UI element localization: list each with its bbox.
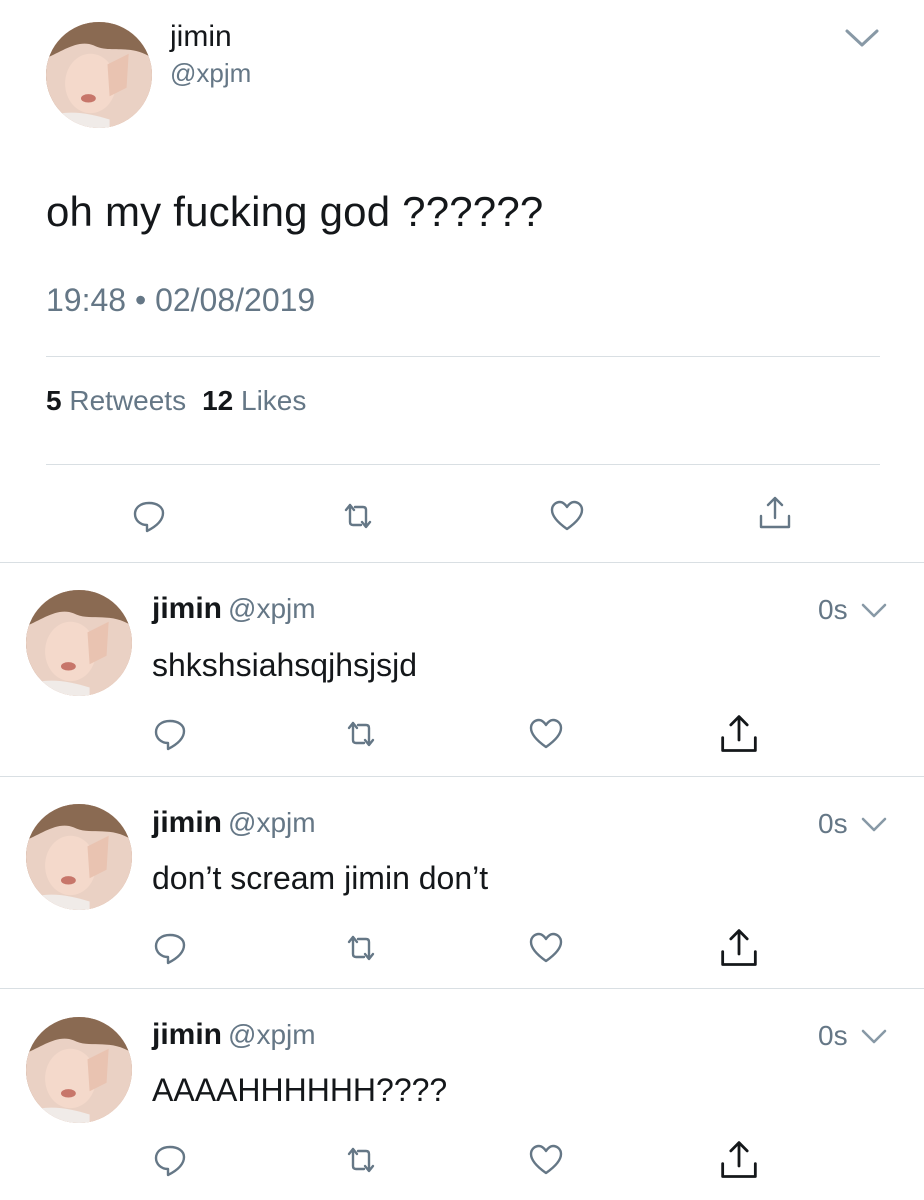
divider bbox=[0, 776, 924, 777]
author-handle[interactable]: @xpjm bbox=[228, 593, 316, 624]
tweet-time: 19:48 bbox=[46, 282, 127, 318]
tweet-date: 02/08/2019 bbox=[155, 282, 316, 318]
retweet-icon[interactable] bbox=[343, 930, 379, 966]
heart-icon[interactable] bbox=[528, 1142, 564, 1178]
avatar-photo bbox=[46, 22, 152, 128]
retweets-stat[interactable]: 5 Retweets bbox=[46, 385, 186, 416]
reply-icon[interactable] bbox=[152, 930, 188, 966]
retweet-icon[interactable] bbox=[340, 498, 376, 534]
divider bbox=[46, 464, 880, 465]
avatar[interactable] bbox=[26, 804, 132, 910]
avatar-photo bbox=[26, 1017, 132, 1123]
chevron-down-icon[interactable] bbox=[860, 815, 888, 835]
reply-text: AAAAHHHHHH???? bbox=[152, 1072, 448, 1108]
reply-time: 0s bbox=[818, 808, 848, 839]
reply-author[interactable]: jimin @xpjm bbox=[152, 1018, 316, 1052]
divider bbox=[46, 356, 880, 357]
author-name[interactable]: jimin bbox=[152, 1018, 222, 1051]
author-handle[interactable]: @xpjm bbox=[228, 807, 316, 838]
reply-author[interactable]: jimin @xpjm bbox=[152, 592, 316, 626]
author-name[interactable]: jimin bbox=[152, 806, 222, 839]
reply-text: don’t scream jimin don’t bbox=[152, 860, 489, 896]
retweet-icon[interactable] bbox=[343, 1142, 379, 1178]
avatar-photo bbox=[26, 804, 132, 910]
chevron-down-icon[interactable] bbox=[860, 1027, 888, 1047]
share-icon[interactable] bbox=[718, 712, 760, 754]
author-handle[interactable]: @xpjm bbox=[170, 58, 251, 89]
tweet-timestamp: 19:48 • 02/08/2019 bbox=[46, 282, 315, 319]
chevron-down-icon[interactable] bbox=[844, 26, 880, 50]
heart-icon[interactable] bbox=[528, 930, 564, 966]
heart-icon[interactable] bbox=[528, 716, 564, 752]
divider bbox=[0, 562, 924, 563]
tweet-text: oh my fucking god ?????? bbox=[46, 188, 544, 235]
avatar[interactable] bbox=[26, 590, 132, 696]
share-icon[interactable] bbox=[718, 1138, 760, 1180]
chevron-down-icon[interactable] bbox=[860, 601, 888, 621]
author-handle[interactable]: @xpjm bbox=[228, 1019, 316, 1050]
avatar[interactable] bbox=[46, 22, 152, 128]
reply-icon[interactable] bbox=[131, 498, 167, 534]
reply-text: shkshsiahsqjhsjsjd bbox=[152, 647, 418, 683]
divider bbox=[0, 988, 924, 989]
reply-time: 0s bbox=[818, 1020, 848, 1051]
likes-stat[interactable]: 12 Likes bbox=[202, 385, 306, 416]
timestamp-separator: • bbox=[134, 282, 147, 318]
reply-time: 0s bbox=[818, 594, 848, 625]
author-name[interactable]: jimin bbox=[152, 592, 222, 625]
author-name[interactable]: jimin bbox=[170, 20, 232, 54]
reply-author[interactable]: jimin @xpjm bbox=[152, 806, 316, 840]
tweet-stats: 5 Retweets 12 Likes bbox=[46, 385, 306, 417]
avatar[interactable] bbox=[26, 1017, 132, 1123]
heart-icon[interactable] bbox=[549, 498, 585, 534]
share-icon[interactable] bbox=[718, 926, 760, 968]
share-icon[interactable] bbox=[757, 494, 793, 530]
avatar-photo bbox=[26, 590, 132, 696]
reply-icon[interactable] bbox=[152, 716, 188, 752]
retweet-icon[interactable] bbox=[343, 716, 379, 752]
reply-icon[interactable] bbox=[152, 1142, 188, 1178]
